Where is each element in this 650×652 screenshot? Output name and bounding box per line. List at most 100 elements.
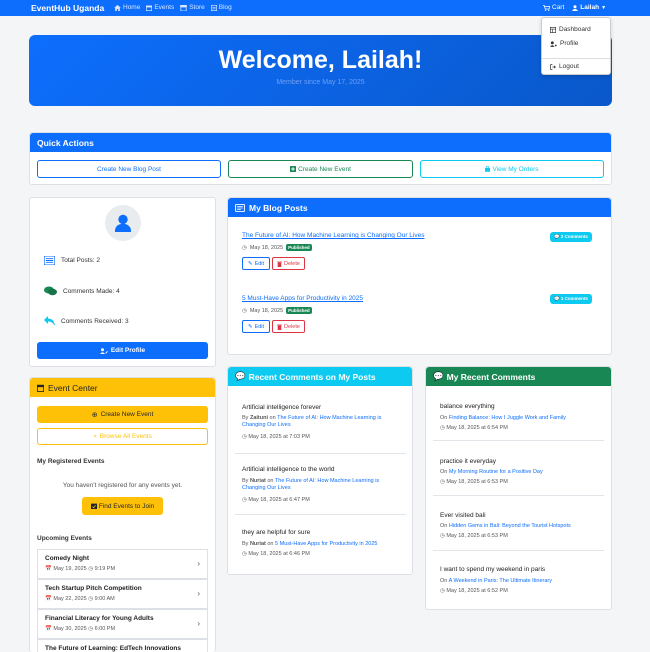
comment-date: ◷ May 18, 2025 at 6:53 PM	[440, 479, 508, 485]
user-icon	[114, 214, 132, 232]
upcoming-event-item[interactable]: Tech Startup Pitch Competition 📅 May 22,…	[37, 579, 208, 609]
my-comments-card: 💬 My Recent Comments balance everything …	[425, 366, 612, 610]
comment-byline: On Hidden Gems in Bali: Beyond the Touri…	[440, 523, 571, 529]
dropdown-item-dashboard[interactable]: Dashboard	[550, 26, 591, 33]
chevron-right-icon: ›	[197, 559, 200, 568]
event-center-card: Event Center ⊕ Create New Event ⌕ Browse…	[29, 377, 216, 652]
chevron-right-icon: ›	[197, 619, 200, 628]
find-events-button[interactable]: Find Events to Join	[82, 497, 163, 515]
recent-comments-card: 💬 Recent Comments on My Posts Artificial…	[227, 366, 413, 575]
cart-link[interactable]: Cart	[543, 4, 564, 11]
edit-post-button[interactable]: ✎ Edit	[242, 320, 270, 333]
post-link[interactable]: 5 Must-Have Apps for Productivity in 202…	[275, 541, 377, 547]
my-comments-header: 💬 My Recent Comments	[426, 367, 611, 386]
blog-post-title-link[interactable]: 5 Must-Have Apps for Productivity in 202…	[242, 295, 363, 302]
reply-icon	[44, 316, 55, 326]
profile-card: Total Posts: 2 Comments Made: 4 Comments…	[29, 197, 216, 367]
edit-icon: ✎	[247, 323, 253, 330]
trash-icon	[277, 261, 282, 267]
edit-profile-button[interactable]: Edit Profile	[37, 342, 208, 359]
nav-events-link[interactable]: Events	[146, 4, 174, 11]
blog-post-title-link[interactable]: The Future of AI: How Machine Learning i…	[242, 232, 424, 239]
comments-count-badge: 💬 2 Comments	[550, 232, 592, 242]
calendar-icon	[37, 384, 44, 392]
upcoming-events-title: Upcoming Events	[37, 535, 92, 542]
comment-date: ◷ May 18, 2025 at 6:52 PM	[440, 588, 508, 594]
divider	[433, 440, 604, 441]
store-icon	[180, 4, 188, 11]
user-icon	[572, 4, 579, 11]
comment-text: Artificial intelligence to the world	[242, 466, 335, 473]
quick-actions-card: Quick Actions Create New Blog Post Creat…	[29, 132, 612, 185]
dashboard-icon	[550, 26, 556, 33]
trash-icon	[277, 324, 282, 330]
divider	[433, 550, 604, 551]
create-new-event-button[interactable]: ⊕ Create New Event	[37, 406, 208, 423]
nav-store-link[interactable]: Store	[180, 4, 205, 11]
calendar-icon	[146, 5, 153, 11]
registered-events-title: My Registered Events	[37, 458, 105, 465]
blog-post-meta: ◷ May 18, 2025 Published	[242, 244, 312, 251]
welcome-banner: Welcome, Lailah! Member since May 17, 20…	[29, 35, 612, 106]
create-blog-post-button[interactable]: Create New Blog Post	[37, 160, 221, 178]
stat-total-posts: Total Posts: 2	[44, 256, 100, 265]
comment-byline: By Zaituni on The Future of AI: How Mach…	[242, 415, 382, 429]
nav-home-link[interactable]: Home	[114, 4, 140, 11]
comment-icon: 💬	[235, 371, 246, 381]
dropdown-item-profile[interactable]: Profile	[550, 40, 578, 47]
blog-icon	[210, 4, 217, 11]
comments-icon: 💬	[433, 371, 444, 381]
post-link[interactable]: My Morning Routine for a Positive Day	[449, 469, 543, 475]
comments-icon	[44, 286, 57, 296]
user-menu-toggle[interactable]: Lailah ▼	[572, 4, 606, 11]
post-link[interactable]: Hidden Gems in Bali: Beyond the Tourist …	[449, 523, 571, 529]
user-edit-icon	[99, 347, 108, 354]
comment-byline: By Nuriat on 5 Must-Have Apps for Produc…	[242, 541, 378, 547]
browse-events-button[interactable]: ⌕ Browse All Events	[37, 428, 208, 445]
user-dropdown-menu: Dashboard Profile Logout	[541, 17, 611, 75]
comment-text: practice it everyday	[440, 458, 496, 465]
navbar: EventHub Uganda Home Events Store Blog C…	[0, 0, 650, 16]
clock-icon: ◷	[242, 244, 247, 251]
search-icon: ⌕	[93, 432, 97, 440]
post-link[interactable]: Finding Balance: How I Juggle Work and F…	[449, 415, 566, 421]
comment-text: I want to spend my weekend in paris	[440, 566, 546, 573]
comment-date: ◷ May 18, 2025 at 7:03 PM	[242, 434, 310, 440]
post-link[interactable]: A Weekend in Paris: The Ultimate Itinera…	[449, 578, 552, 584]
welcome-title: Welcome, Lailah!	[218, 46, 423, 74]
quick-actions-title: Quick Actions	[30, 133, 611, 152]
edit-post-button[interactable]: ✎ Edit	[242, 257, 270, 270]
upcoming-event-item[interactable]: The Future of Learning: EdTech Innovatio…	[37, 639, 208, 652]
nav-blog-link[interactable]: Blog	[210, 4, 232, 11]
no-events-message: You haven't registered for any events ye…	[62, 482, 183, 489]
status-badge: Published	[286, 244, 312, 251]
dropdown-divider	[542, 58, 610, 59]
stat-comments-made: Comments Made: 4	[44, 286, 120, 296]
list-icon	[44, 256, 55, 265]
upcoming-event-item[interactable]: Financial Literacy for Young Adults 📅 Ma…	[37, 609, 208, 639]
shopping-bag-icon	[485, 166, 491, 172]
avatar	[105, 205, 141, 241]
comment-date: ◷ May 18, 2025 at 6:53 PM	[440, 533, 508, 539]
comment-byline: By Nuriat on The Future of AI: How Machi…	[242, 478, 380, 492]
comment-text: balance everything	[440, 403, 495, 410]
status-badge: Published	[286, 307, 312, 314]
delete-post-button[interactable]: Delete	[272, 320, 305, 333]
dropdown-item-logout[interactable]: Logout	[550, 63, 579, 70]
comment-byline: On A Weekend in Paris: The Ultimate Itin…	[440, 578, 553, 584]
create-event-button[interactable]: Create New Event	[228, 160, 413, 178]
blog-post-meta: ◷ May 18, 2025 Published	[242, 307, 312, 314]
comment-text: they are helpful for sure	[242, 529, 311, 536]
upcoming-event-item[interactable]: Comedy Night 📅 May 19, 2025 ◷ 9:19 PM ›	[37, 549, 208, 579]
home-icon	[114, 4, 121, 11]
comment-date: ◷ May 18, 2025 at 6:54 PM	[440, 425, 508, 431]
comment-text: Ever visited bali	[440, 512, 486, 519]
comment-byline: On My Morning Routine for a Positive Day	[440, 469, 543, 475]
blog-posts-card: My Blog Posts The Future of AI: How Mach…	[227, 197, 612, 355]
plus-square-icon	[290, 166, 297, 172]
delete-post-button[interactable]: Delete	[272, 257, 305, 270]
divider	[433, 495, 604, 496]
view-orders-button[interactable]: View My Orders	[420, 160, 604, 178]
chevron-right-icon: ›	[197, 589, 200, 598]
brand-logo[interactable]: EventHub Uganda	[31, 3, 104, 13]
